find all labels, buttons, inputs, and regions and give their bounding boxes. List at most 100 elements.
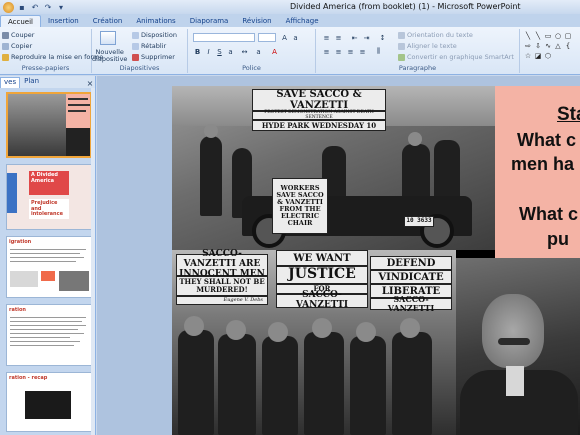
paragraph-group: ≡ ≡ ⇤ ⇥ ↕ ≡ ≡ ≡ ≡ ⫼ Orientation du texte… bbox=[316, 29, 520, 73]
layout-label: Disposition bbox=[141, 31, 177, 39]
align-text-button[interactable]: Aligner le texte bbox=[398, 42, 457, 50]
increase-indent-icon[interactable]: ⇥ bbox=[362, 33, 371, 42]
sign-justice: JUSTICE bbox=[276, 266, 368, 284]
customize-qat-icon[interactable]: ▾ bbox=[56, 2, 66, 12]
new-slide-button[interactable]: Nouvelle diapositive bbox=[92, 49, 127, 62]
shrink-font-icon[interactable]: a bbox=[291, 33, 300, 42]
rectangle-shape-icon[interactable]: ▭ bbox=[544, 32, 552, 40]
line-shape-icon[interactable]: ╲ bbox=[524, 32, 532, 40]
pane-tabs: ves Plan × bbox=[0, 76, 95, 88]
layout-button[interactable]: Disposition bbox=[132, 31, 177, 39]
columns-icon[interactable]: ⫼ bbox=[374, 47, 383, 56]
thumb-text-line bbox=[10, 345, 74, 346]
copy-button[interactable]: Copier bbox=[2, 42, 32, 50]
thumb-text-line bbox=[10, 333, 84, 334]
brace-shape-icon[interactable]: { bbox=[564, 42, 572, 50]
close-pane-icon[interactable]: × bbox=[85, 79, 95, 88]
save-icon[interactable]: ▪ bbox=[17, 2, 27, 12]
thumb-photo bbox=[8, 94, 66, 156]
align-center-icon[interactable]: ≡ bbox=[334, 47, 343, 56]
arrow-right-shape-icon[interactable]: ⇨ bbox=[524, 42, 532, 50]
decrease-indent-icon[interactable]: ⇤ bbox=[350, 33, 359, 42]
thumb-line bbox=[68, 104, 90, 106]
oval-shape-icon[interactable]: ○ bbox=[554, 32, 562, 40]
photo-head bbox=[400, 318, 420, 338]
grow-font-icon[interactable]: A bbox=[280, 33, 289, 42]
new-slide-icon[interactable] bbox=[100, 31, 116, 45]
photo-head bbox=[408, 132, 422, 146]
hexagon-shape-icon[interactable]: ⬡ bbox=[544, 52, 552, 60]
tab-animations[interactable]: Animations bbox=[129, 15, 182, 27]
current-slide[interactable]: 10 3633 SAVE SACCO & VANZETTI PROTEST DE… bbox=[172, 86, 580, 435]
line-spacing-icon[interactable]: ↕ bbox=[378, 33, 387, 42]
arrow-shape-icon[interactable]: ╲ bbox=[534, 32, 542, 40]
slide-thumbnail-1[interactable] bbox=[6, 92, 92, 158]
tab-insertion[interactable]: Insertion bbox=[41, 15, 86, 27]
slide-thumbnail-2[interactable]: A Divided America Prejudice and intolera… bbox=[6, 164, 92, 230]
format-painter-button[interactable]: Reproduire la mise en forme bbox=[2, 53, 103, 61]
font-color-icon[interactable]: A bbox=[270, 47, 279, 56]
font-name-combo[interactable] bbox=[193, 33, 255, 42]
pane-scrollbar[interactable] bbox=[91, 88, 95, 435]
sign-workers-save: WORKERS SAVE SACCO & VANZETTI FROM THE E… bbox=[272, 178, 328, 234]
align-right-icon[interactable]: ≡ bbox=[346, 47, 355, 56]
underline-icon[interactable]: S bbox=[215, 47, 224, 56]
bullets-icon[interactable]: ≡ bbox=[322, 33, 331, 42]
delete-label: Supprimer bbox=[141, 53, 175, 61]
change-case-icon[interactable]: a bbox=[254, 47, 263, 56]
font-size-combo[interactable] bbox=[258, 33, 276, 42]
thumb-line bbox=[68, 98, 88, 100]
photo-head bbox=[226, 320, 246, 340]
star-shape-icon[interactable]: ☆ bbox=[524, 52, 532, 60]
tab-outline[interactable]: Plan bbox=[21, 77, 42, 88]
sign-justice-sacco: SACCO-VANZETTI bbox=[276, 290, 368, 310]
thumb-subtitle-box: Prejudice and intolerance bbox=[29, 199, 69, 219]
tab-affichage[interactable]: Affichage bbox=[279, 15, 326, 27]
smartart-button[interactable]: Convertir en graphique SmartArt bbox=[398, 53, 514, 61]
tab-creation[interactable]: Création bbox=[86, 15, 130, 27]
tab-accueil[interactable]: Accueil bbox=[0, 15, 41, 27]
align-left-icon[interactable]: ≡ bbox=[322, 47, 331, 56]
thumb-text-line bbox=[10, 329, 78, 330]
bold-icon[interactable]: B bbox=[193, 47, 202, 56]
callout-shape-icon[interactable]: ◪ bbox=[534, 52, 542, 60]
thumb-image bbox=[59, 271, 89, 291]
thumb-heading: ration - recap bbox=[9, 375, 48, 381]
starter-text-box[interactable]: Sta What c men ha What c pu bbox=[495, 86, 580, 258]
reset-button[interactable]: Rétablir bbox=[132, 42, 166, 50]
thumb-image bbox=[10, 271, 38, 287]
thumb-text-line bbox=[10, 249, 86, 250]
delete-icon bbox=[132, 53, 139, 61]
photo-figure bbox=[178, 330, 214, 435]
char-spacing-icon[interactable]: ↔ bbox=[240, 47, 249, 56]
strikethrough-icon[interactable]: a bbox=[226, 47, 235, 56]
delete-slide-button[interactable]: Supprimer bbox=[132, 53, 175, 61]
license-plate: 10 3633 bbox=[404, 216, 434, 227]
cut-button[interactable]: Couper bbox=[2, 31, 34, 39]
sign-defend: DEFEND bbox=[370, 256, 452, 270]
brush-icon bbox=[2, 53, 9, 61]
tab-diaporama[interactable]: Diaporama bbox=[183, 15, 236, 27]
numbering-icon[interactable]: ≡ bbox=[334, 33, 343, 42]
triangle-shape-icon[interactable]: △ bbox=[554, 42, 562, 50]
slide-thumbnail-4[interactable]: ration bbox=[6, 304, 92, 366]
ribbon-tabs: Accueil Insertion Création Animations Di… bbox=[0, 14, 580, 27]
slide-thumbnail-5[interactable]: ration - recap bbox=[6, 372, 92, 432]
text-direction-button[interactable]: Orientation du texte bbox=[398, 31, 473, 39]
italic-icon[interactable]: I bbox=[204, 47, 213, 56]
cut-label: Couper bbox=[11, 31, 35, 39]
office-logo-icon[interactable] bbox=[3, 1, 14, 13]
photo-figure bbox=[392, 332, 432, 435]
arrow-down-shape-icon[interactable]: ⇩ bbox=[534, 42, 542, 50]
undo-icon[interactable]: ↶ bbox=[30, 2, 40, 12]
photo-portrait bbox=[456, 258, 580, 435]
rounded-rect-shape-icon[interactable]: ▢ bbox=[564, 32, 572, 40]
slide-thumbnail-3[interactable]: igration bbox=[6, 236, 92, 298]
thumb-red-box bbox=[41, 271, 55, 281]
text-direction-icon bbox=[398, 31, 405, 39]
justify-icon[interactable]: ≡ bbox=[358, 47, 367, 56]
curve-shape-icon[interactable]: ∿ bbox=[544, 42, 552, 50]
redo-icon[interactable]: ↷ bbox=[43, 2, 53, 12]
tab-revision[interactable]: Révision bbox=[235, 15, 278, 27]
tab-slides[interactable]: ves bbox=[0, 77, 21, 88]
